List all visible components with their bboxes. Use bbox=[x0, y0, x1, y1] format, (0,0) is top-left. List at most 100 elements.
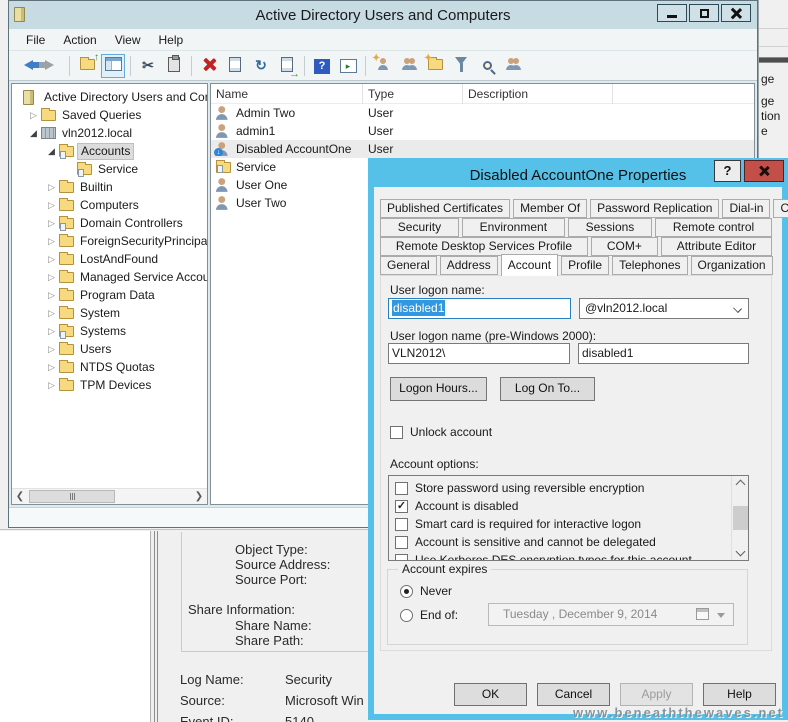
ok-button[interactable]: OK bbox=[454, 683, 527, 706]
list-item-admin-two[interactable]: Admin Two User bbox=[211, 104, 754, 122]
pre2000-domain-input[interactable]: VLN2012\ bbox=[388, 343, 570, 364]
tab-telephones[interactable]: Telephones bbox=[612, 256, 688, 275]
cancel-button[interactable]: Cancel bbox=[537, 683, 610, 706]
expander-icon[interactable]: ▷ bbox=[44, 218, 59, 229]
expander-icon[interactable]: ▷ bbox=[44, 380, 59, 391]
option-smart-card-is-required-for-interactive-logon[interactable]: Smart card is required for interactive l… bbox=[389, 515, 748, 533]
unchecked-checkbox[interactable] bbox=[395, 553, 408, 560]
column-header-name[interactable]: Name bbox=[211, 84, 363, 104]
find-button[interactable] bbox=[475, 54, 499, 78]
show-console-tree-button[interactable] bbox=[101, 53, 125, 78]
expires-never-row[interactable]: Never bbox=[400, 584, 452, 598]
tab-security[interactable]: Security bbox=[380, 218, 459, 237]
tab-dial-in[interactable]: Dial-in bbox=[722, 199, 771, 218]
expander-icon[interactable]: ▷ bbox=[26, 110, 41, 121]
scrollbar-thumb[interactable] bbox=[733, 506, 748, 530]
tree-item-tpm-devices[interactable]: ▷ TPM Devices bbox=[12, 376, 207, 394]
expander-icon[interactable]: ▷ bbox=[44, 254, 59, 265]
dialog-help-button[interactable]: ? bbox=[714, 160, 741, 182]
expiry-date-field[interactable]: Tuesday , December 9, 2014 bbox=[488, 603, 734, 626]
forward-button[interactable] bbox=[39, 54, 64, 78]
unlock-account-row[interactable]: Unlock account bbox=[390, 425, 492, 439]
menu-item-view[interactable]: View bbox=[106, 31, 150, 49]
tree-item-active-directory-users-and-computers[interactable]: Active Directory Users and Computers bbox=[12, 88, 207, 106]
back-button[interactable] bbox=[14, 54, 39, 78]
tab-com[interactable]: COM+ bbox=[590, 237, 658, 256]
tab-organization[interactable]: Organization bbox=[690, 256, 773, 275]
expander-icon[interactable]: ▷ bbox=[44, 200, 59, 211]
tree-item-ntds-quotas[interactable]: ▷ NTDS Quotas bbox=[12, 358, 207, 376]
title-bar[interactable]: Active Directory Users and Computers bbox=[9, 1, 757, 29]
expander-icon[interactable]: ▷ bbox=[44, 326, 59, 337]
option-account-is-disabled[interactable]: ✓ Account is disabled bbox=[389, 497, 748, 515]
option-account-is-sensitive-and-cannot-be-delegated[interactable]: Account is sensitive and cannot be deleg… bbox=[389, 533, 748, 551]
options-vertical-scrollbar[interactable] bbox=[731, 476, 748, 560]
tree-item-system[interactable]: ▷ System bbox=[12, 304, 207, 322]
tree-item-service[interactable]: Service bbox=[12, 160, 207, 178]
help-button[interactable]: Help bbox=[703, 683, 776, 706]
refresh-button[interactable]: ↻ bbox=[249, 54, 273, 78]
tree-item-vln2012-local[interactable]: ◢ vln2012.local bbox=[12, 124, 207, 142]
scroll-right-icon[interactable]: ❯ bbox=[191, 489, 207, 504]
tree-item-saved-queries[interactable]: ▷ Saved Queries bbox=[12, 106, 207, 124]
tab-sessions[interactable]: Sessions bbox=[567, 218, 653, 237]
tree-item-accounts[interactable]: ◢ Accounts bbox=[12, 142, 207, 160]
dialog-close-button[interactable] bbox=[744, 160, 784, 182]
properties-button[interactable] bbox=[223, 54, 247, 78]
tab-environment[interactable]: Environment bbox=[461, 218, 565, 237]
new-ou-button[interactable]: ✦ bbox=[423, 53, 447, 78]
console-window-button[interactable]: ▸ bbox=[336, 54, 360, 78]
unchecked-checkbox[interactable] bbox=[395, 481, 408, 495]
checked-checkbox[interactable]: ✓ bbox=[395, 499, 408, 513]
tab-profile[interactable]: Profile bbox=[561, 256, 610, 275]
new-group-button[interactable] bbox=[397, 54, 421, 78]
upn-suffix-dropdown[interactable]: @vln2012.local bbox=[579, 298, 749, 319]
menu-item-help[interactable]: Help bbox=[150, 31, 193, 49]
up-one-level-button[interactable]: ↑ bbox=[75, 52, 99, 78]
log-on-to-button[interactable]: Log On To... bbox=[500, 377, 595, 401]
tree-item-program-data[interactable]: ▷ Program Data bbox=[12, 286, 207, 304]
pre2000-name-input[interactable]: disabled1 bbox=[578, 343, 749, 364]
scroll-down-icon[interactable] bbox=[733, 544, 748, 559]
tree-horizontal-scrollbar[interactable]: ❮ ❯ bbox=[12, 488, 207, 504]
option-use-kerberos-des-encryption-types-for-this-account[interactable]: Use Kerberos DES encryption types for th… bbox=[389, 551, 748, 560]
special-group-button[interactable] bbox=[501, 54, 525, 78]
expander-icon[interactable]: ▷ bbox=[44, 362, 59, 373]
list-item-disabled-accountone[interactable]: ↓ Disabled AccountOne User bbox=[211, 140, 754, 158]
unchecked-checkbox[interactable] bbox=[395, 517, 408, 531]
expires-end-of-row[interactable]: End of: bbox=[400, 608, 458, 622]
tree-item-computers[interactable]: ▷ Computers bbox=[12, 196, 207, 214]
end-of-radio[interactable] bbox=[400, 608, 413, 622]
unlock-account-checkbox[interactable] bbox=[390, 425, 403, 439]
tab-address[interactable]: Address bbox=[439, 256, 498, 275]
tab-general[interactable]: General bbox=[380, 256, 437, 275]
expander-icon[interactable]: ▷ bbox=[44, 182, 59, 193]
unchecked-checkbox[interactable] bbox=[395, 535, 408, 549]
tab-published-certificates[interactable]: Published Certificates bbox=[380, 199, 511, 218]
expander-icon[interactable]: ◢ bbox=[26, 128, 41, 139]
tree-item-systems[interactable]: ▷ Systems bbox=[12, 322, 207, 340]
expander-icon[interactable]: ▷ bbox=[44, 344, 59, 355]
close-button[interactable] bbox=[721, 4, 751, 22]
tab-password-replication[interactable]: Password Replication bbox=[590, 199, 720, 218]
expander-icon[interactable]: ▷ bbox=[44, 236, 59, 247]
column-header-description[interactable]: Description bbox=[463, 84, 613, 104]
tab-object[interactable]: Object bbox=[773, 199, 788, 218]
dialog-title-bar[interactable]: Disabled AccountOne Properties ? bbox=[374, 160, 784, 187]
cut-button[interactable]: ✂ bbox=[136, 54, 160, 78]
scroll-left-icon[interactable]: ❮ bbox=[12, 489, 28, 504]
tab-remote-control[interactable]: Remote control bbox=[655, 218, 772, 237]
logon-hours-button[interactable]: Logon Hours... bbox=[390, 377, 487, 401]
expander-icon[interactable]: ▷ bbox=[44, 272, 59, 283]
menu-item-action[interactable]: Action bbox=[54, 31, 105, 49]
expander-icon[interactable]: ◢ bbox=[44, 146, 59, 157]
help-button[interactable]: ? bbox=[310, 54, 334, 78]
minimize-button[interactable] bbox=[657, 4, 687, 22]
user-logon-name-input[interactable]: disabled1 bbox=[388, 298, 571, 319]
filter-button[interactable] bbox=[449, 54, 473, 78]
menu-item-file[interactable]: File bbox=[17, 31, 54, 49]
expander-icon[interactable]: ▷ bbox=[44, 290, 59, 301]
list-item-admin1[interactable]: admin1 User bbox=[211, 122, 754, 140]
maximize-button[interactable] bbox=[689, 4, 719, 22]
expander-icon[interactable]: ▷ bbox=[44, 308, 59, 319]
